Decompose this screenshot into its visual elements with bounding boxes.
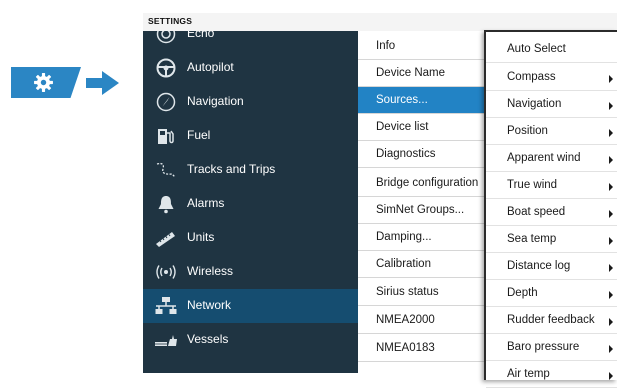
menu-item-label: NMEA0183: [376, 342, 435, 354]
source-item-baro-pressure[interactable]: Baro pressure: [486, 334, 617, 361]
source-item-label: Distance log: [507, 260, 571, 272]
settings-sidebar: Echo Autopilot Navigation Fuel Tracks an…: [143, 31, 358, 373]
sidebar-item-label: Wireless: [187, 264, 234, 278]
menu-item-label: Device list: [376, 121, 429, 133]
sidebar-item-label: Navigation: [187, 94, 244, 108]
sidebar-item-label: Alarms: [187, 196, 225, 210]
menu-item-label: SimNet Groups...: [376, 204, 465, 216]
chevron-right-icon: [609, 264, 613, 272]
sources-popup: Auto Select Compass Navigation Position …: [484, 30, 617, 388]
menu-item-label: NMEA2000: [376, 314, 435, 326]
settings-gear-tab: [11, 67, 81, 98]
ruler-icon: [156, 232, 175, 247]
source-item-label: True wind: [507, 179, 558, 191]
window-title: SETTINGS: [148, 16, 193, 26]
source-item-depth[interactable]: Depth: [486, 280, 617, 307]
source-item-true-wind[interactable]: True wind: [486, 172, 617, 199]
menu-item-calibration[interactable]: Calibration: [358, 251, 486, 278]
vessels-icon: [155, 335, 177, 346]
menu-item-label: Damping...: [376, 231, 432, 243]
sidebar-item-tracks-and-trips[interactable]: Tracks and Trips: [143, 153, 358, 187]
menu-item-sources[interactable]: Sources...: [358, 87, 486, 114]
sidebar-item-vessels[interactable]: Vessels: [143, 323, 358, 357]
source-item-label: Sea temp: [507, 233, 557, 245]
sidebar-item-label: Tracks and Trips: [187, 162, 276, 176]
source-item-label: Baro pressure: [507, 341, 580, 353]
source-item-sea-temp[interactable]: Sea temp: [486, 226, 617, 253]
menu-item-label: Sources...: [376, 94, 428, 106]
chevron-right-icon: [609, 372, 613, 380]
sidebar-item-wireless[interactable]: Wireless: [143, 255, 358, 289]
network-icon: [155, 297, 177, 314]
sidebar-item-alarms[interactable]: Alarms: [143, 187, 358, 221]
chevron-right-icon: [609, 129, 613, 137]
source-item-air-temp[interactable]: Air temp: [486, 361, 617, 388]
sidebar-item-navigation[interactable]: Navigation: [143, 85, 358, 119]
source-item-boat-speed[interactable]: Boat speed: [486, 199, 617, 226]
source-item-compass[interactable]: Compass: [486, 64, 617, 91]
sidebar-item-label: Echo: [187, 31, 215, 40]
sidebar-item-label: Network: [187, 298, 232, 312]
source-item-apparent-wind[interactable]: Apparent wind: [486, 145, 617, 172]
source-item-distance-log[interactable]: Distance log: [486, 253, 617, 280]
source-item-rudder-feedback[interactable]: Rudder feedback: [486, 307, 617, 334]
chevron-right-icon: [609, 183, 613, 191]
menu-item-info[interactable]: Info: [358, 33, 486, 60]
source-item-label: Depth: [507, 287, 538, 299]
steering-wheel-icon: [156, 58, 176, 78]
menu-item-label: Diagnostics: [376, 148, 436, 160]
menu-item-nmea2000[interactable]: NMEA2000: [358, 307, 486, 334]
sidebar-item-units[interactable]: Units: [143, 221, 358, 255]
source-item-navigation[interactable]: Navigation: [486, 91, 617, 118]
source-item-auto-select[interactable]: Auto Select: [486, 36, 617, 63]
menu-item-label: Calibration: [376, 258, 431, 270]
chevron-right-icon: [609, 75, 613, 83]
menu-item-device-list[interactable]: Device list: [358, 114, 486, 141]
sidebar-item-echo[interactable]: Echo: [143, 31, 358, 51]
chevron-right-icon: [609, 345, 613, 353]
menu-item-nmea0183[interactable]: NMEA0183: [358, 335, 486, 362]
bell-icon: [158, 196, 174, 214]
chevron-right-icon: [609, 102, 613, 110]
sidebar-item-label: Units: [187, 230, 215, 244]
source-item-label: Air temp: [507, 368, 550, 380]
source-item-label: Compass: [507, 71, 556, 83]
menu-item-simnet-groups[interactable]: SimNet Groups...: [358, 197, 486, 224]
chevron-right-icon: [609, 156, 613, 164]
arrow-right-icon: [86, 71, 119, 95]
source-item-label: Boat speed: [507, 206, 566, 218]
compass-icon: [156, 92, 176, 112]
menu-item-label: Device Name: [376, 67, 446, 79]
sidebar-item-autopilot[interactable]: Autopilot: [143, 51, 358, 85]
source-item-position[interactable]: Position: [486, 118, 617, 145]
source-item-label: Apparent wind: [507, 152, 581, 164]
chevron-right-icon: [609, 237, 613, 245]
menu-item-diagnostics[interactable]: Diagnostics: [358, 141, 486, 168]
source-item-label: Navigation: [507, 98, 562, 110]
sidebar-item-label: Autopilot: [187, 60, 234, 74]
source-item-label: Auto Select: [507, 43, 566, 55]
sidebar-item-label: Vessels: [187, 332, 229, 346]
chevron-right-icon: [609, 210, 613, 218]
menu-item-device-name[interactable]: Device Name: [358, 60, 486, 87]
track-icon: [156, 162, 176, 178]
chevron-right-icon: [609, 318, 613, 326]
menu-item-sirius-status[interactable]: Sirius status: [358, 279, 486, 306]
network-menu: Info Device Name Sources... Device list …: [358, 31, 486, 373]
gear-icon: [34, 73, 53, 92]
sidebar-item-label: Fuel: [187, 128, 211, 142]
menu-item-label: Sirius status: [376, 286, 439, 298]
menu-item-label: Bridge configuration: [376, 177, 479, 189]
menu-item-label: Info: [376, 40, 396, 52]
source-item-label: Position: [507, 125, 548, 137]
chevron-right-icon: [609, 291, 613, 299]
echo-icon: [156, 31, 176, 44]
menu-item-damping[interactable]: Damping...: [358, 224, 486, 251]
sidebar-item-network[interactable]: Network: [143, 289, 358, 323]
menu-item-bridge-configuration[interactable]: Bridge configuration: [358, 170, 486, 197]
source-item-label: Rudder feedback: [507, 314, 595, 326]
wireless-icon: [156, 265, 176, 279]
fuel-pump-icon: [158, 129, 174, 144]
sidebar-item-fuel[interactable]: Fuel: [143, 119, 358, 153]
